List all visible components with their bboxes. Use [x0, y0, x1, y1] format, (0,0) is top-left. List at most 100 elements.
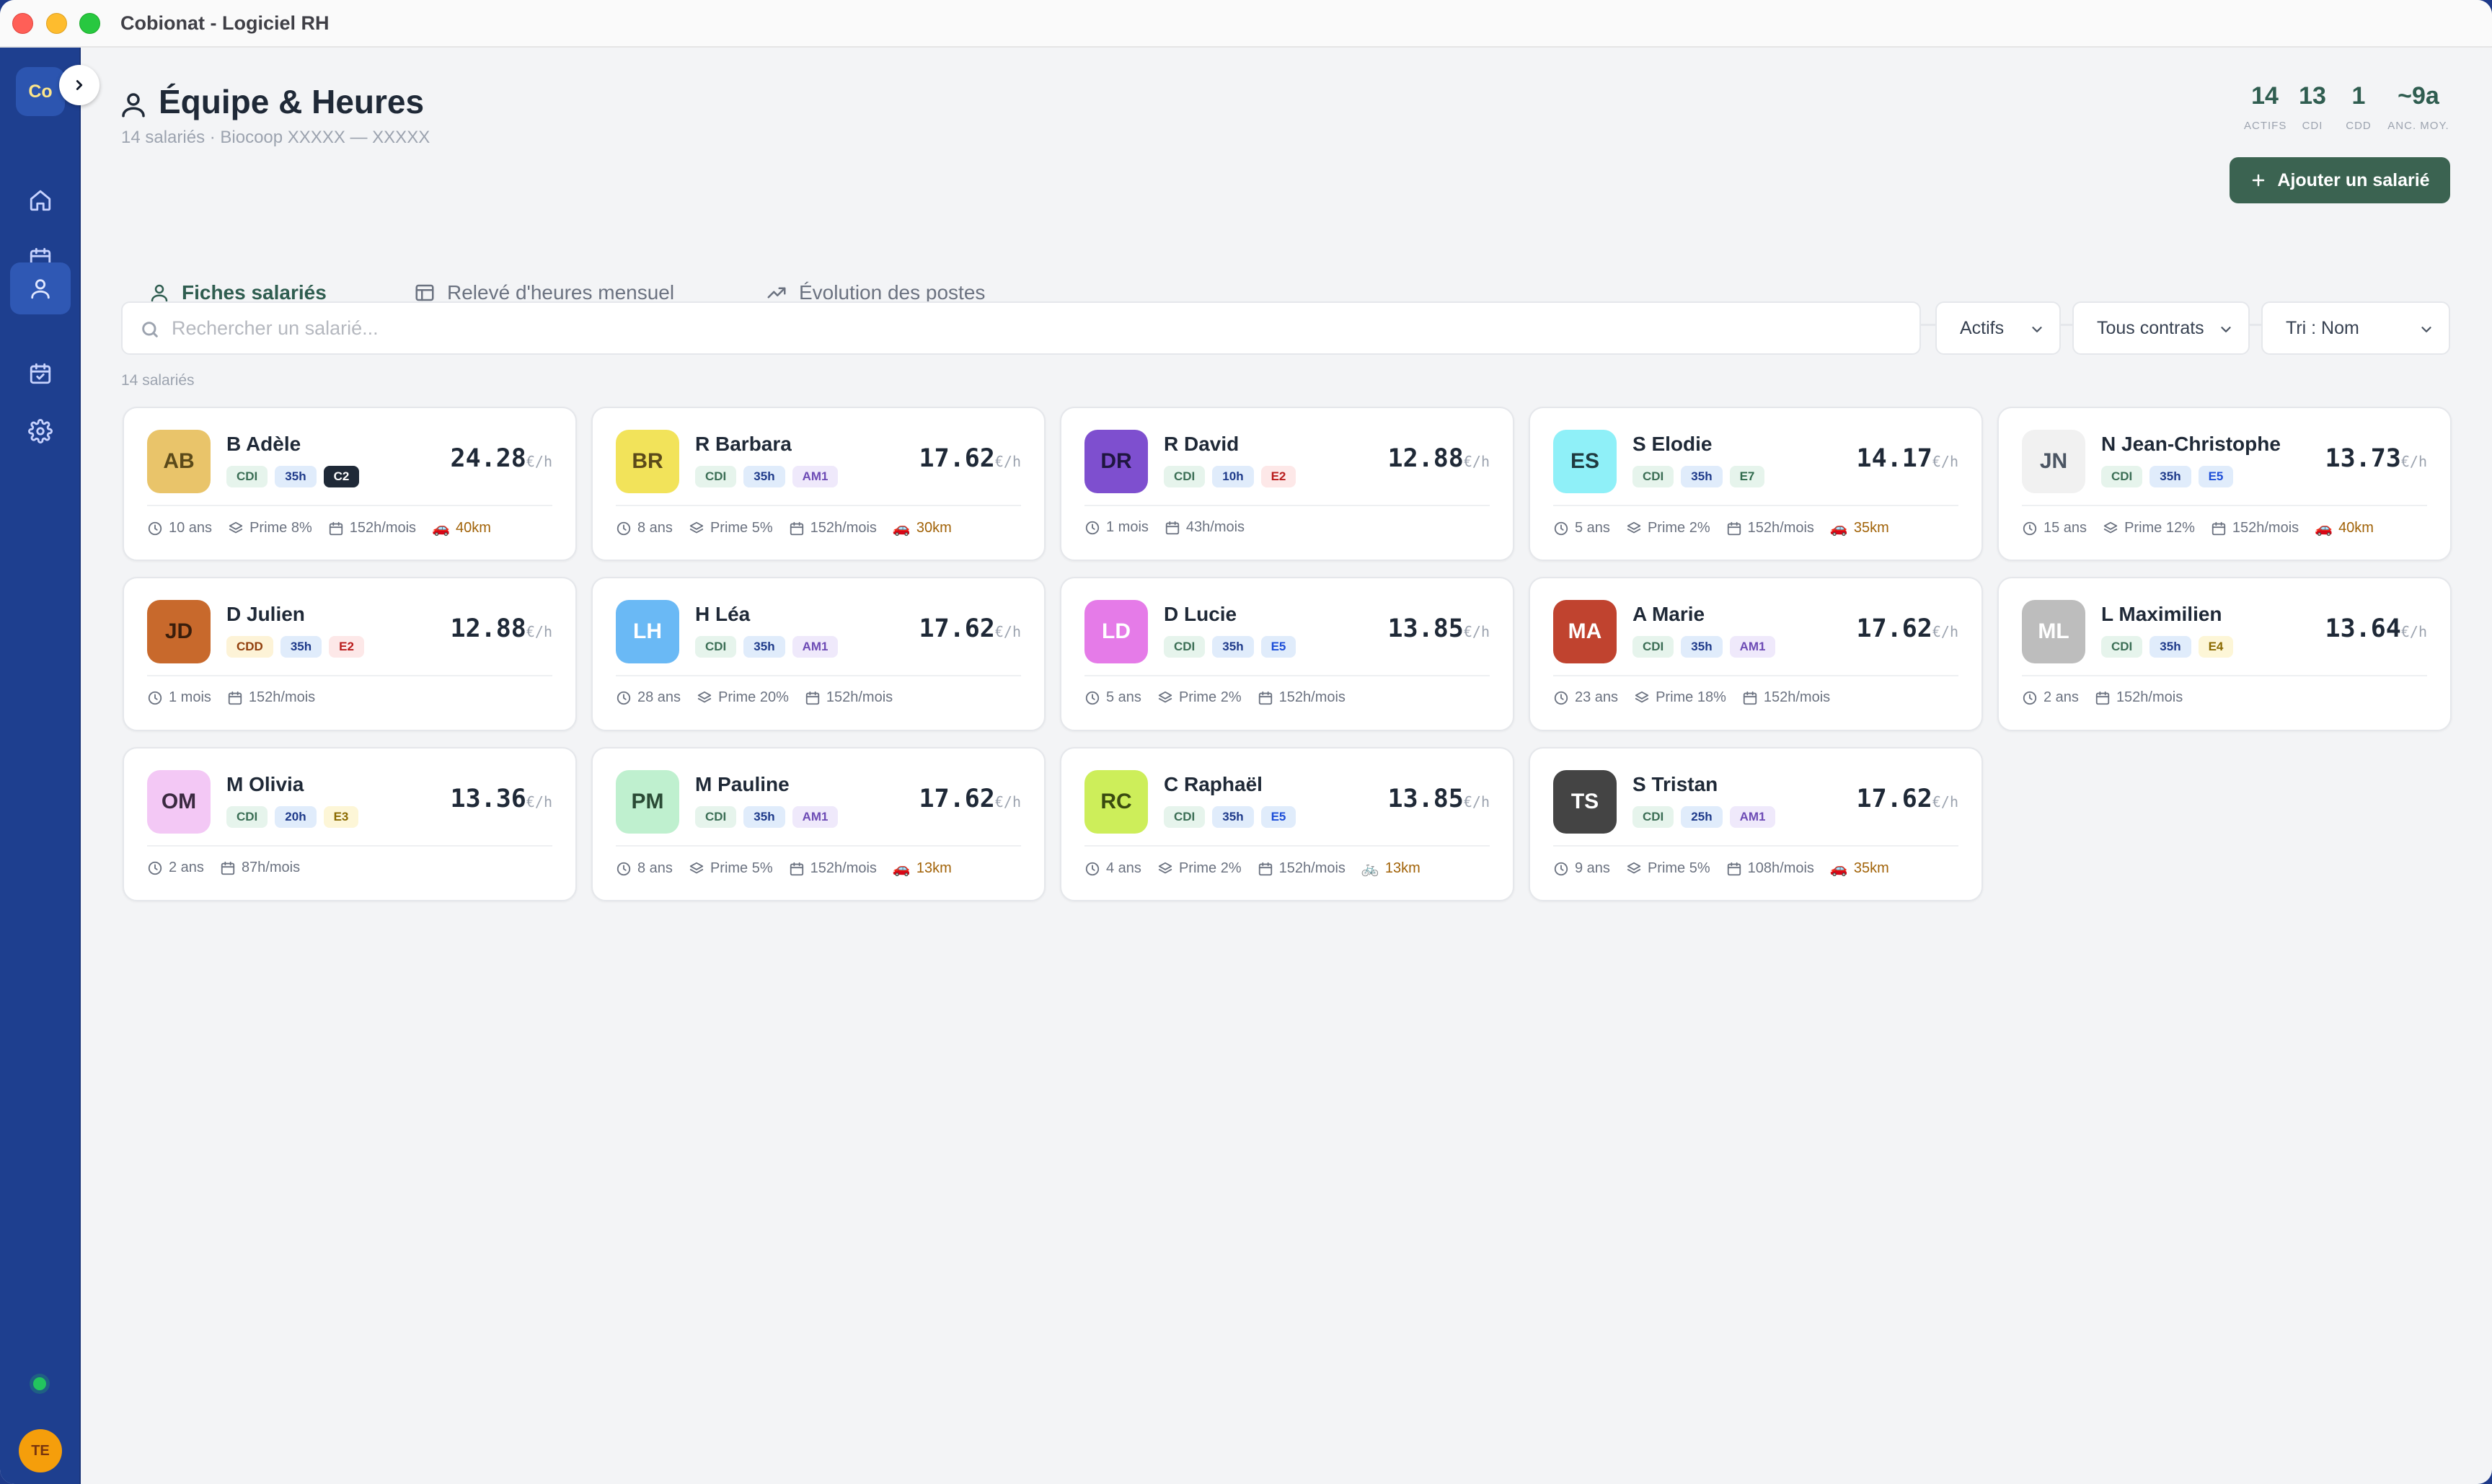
monthly-hours: 152h/mois: [328, 519, 416, 537]
monthly-hours: 152h/mois: [227, 689, 315, 706]
online-status-indicator: [33, 1377, 46, 1390]
seniority-value: 1 mois: [169, 689, 211, 705]
car-icon: 🚗: [892, 861, 911, 877]
sort-select[interactable]: Tri : Nom: [2261, 301, 2450, 355]
hours-badge: 35h: [1681, 636, 1723, 658]
card-divider: [1553, 675, 1958, 676]
seniority: 2 ans: [147, 860, 204, 876]
employee-card[interactable]: RC C Raphaël CDI 35h E5 13.85€/h 4 ans Prime 2%…: [1060, 747, 1514, 901]
badge-group: CDI 35h E5: [1164, 806, 1296, 828]
avatar-initials: JN: [2039, 449, 2068, 473]
employee-card[interactable]: DR R David CDI 10h E2 12.88€/h 1 mois 43h/mois: [1060, 407, 1514, 561]
monthly-hours: 152h/mois: [1742, 689, 1830, 706]
rate-unit: €/h: [526, 453, 552, 470]
status-filter-select[interactable]: Actifs: [1935, 301, 2061, 355]
nav-settings[interactable]: [10, 405, 71, 457]
prime-value: Prime 20%: [718, 689, 789, 705]
user-avatar[interactable]: TE: [19, 1429, 62, 1472]
avatar: ES: [1553, 430, 1617, 493]
avatar: JD: [147, 600, 211, 663]
maximize-window-button[interactable]: [79, 13, 100, 34]
monthly-hours-value: 152h/mois: [2116, 689, 2183, 705]
rate-unit: €/h: [526, 793, 552, 811]
sidebar-toggle-button[interactable]: [59, 65, 100, 105]
calendar-icon: [221, 861, 235, 875]
employee-card[interactable]: LH H Léa CDI 35h AM1 17.62€/h 28 ans Prime 20% 1…: [591, 577, 1046, 731]
layers-icon: [1158, 691, 1172, 702]
commute-distance: 🚗 40km: [2315, 519, 2374, 537]
seniority: 9 ans: [1553, 860, 1610, 878]
employee-card[interactable]: LD D Lucie CDI 35h E5 13.85€/h 5 ans Prime 2% 15…: [1060, 577, 1514, 731]
rate-unit: €/h: [2400, 623, 2427, 640]
avatar-initials: PM: [631, 790, 664, 813]
badge-group: CDI 35h E4: [2101, 636, 2234, 658]
nav-planning[interactable]: [10, 348, 71, 399]
card-meta: 2 ans 87h/mois: [147, 860, 300, 876]
monthly-hours: 87h/mois: [220, 860, 300, 876]
stat-value: ~9a: [2398, 82, 2439, 110]
card-meta: 5 ans Prime 2% 152h/mois 🚗 35km: [1553, 519, 1889, 537]
card-divider: [147, 675, 552, 676]
clock-icon: [1554, 862, 1568, 875]
employee-card[interactable]: JN N Jean-Christophe CDI 35h E5 13.73€/h 15 an…: [1997, 407, 2452, 561]
close-window-button[interactable]: [12, 13, 33, 34]
distance-value: 40km: [455, 520, 491, 536]
employee-card[interactable]: AB B Adèle CDI 35h C2 24.28€/h 10 ans Prime 8% 1…: [123, 407, 577, 561]
calendar-check-icon: [30, 363, 51, 384]
hourly-rate: 12.88€/h: [1388, 444, 1490, 473]
employee-card[interactable]: JD D Julien CDD 35h E2 12.88€/h 1 mois 152h/moi…: [123, 577, 577, 731]
contract-badge: CDI: [226, 806, 268, 828]
hourly-rate: 13.85€/h: [1388, 785, 1490, 813]
contract-badge: CDI: [2101, 636, 2143, 658]
search-input[interactable]: [172, 303, 1902, 353]
nav-team[interactable]: [10, 262, 71, 314]
car-icon: 🚗: [2315, 521, 2333, 536]
employee-card[interactable]: ES S Elodie CDI 35h E7 14.17€/h 5 ans Prime 2% 1…: [1529, 407, 1983, 561]
avatar: ML: [2022, 600, 2085, 663]
employee-card[interactable]: ML L Maximilien CDI 35h E4 13.64€/h 2 ans 152h/…: [1997, 577, 2452, 731]
monthly-hours: 152h/mois: [1258, 860, 1346, 878]
card-meta: 5 ans Prime 2% 152h/mois: [1084, 689, 1346, 706]
avatar-initials: RC: [1100, 790, 1132, 813]
seniority-value: 9 ans: [1575, 860, 1610, 876]
level-badge: AM1: [1729, 636, 1776, 658]
employee-card[interactable]: BR R Barbara CDI 35h AM1 17.62€/h 8 ans Prime 5…: [591, 407, 1046, 561]
employee-card[interactable]: OM M Olivia CDI 20h E3 13.36€/h 2 ans 87h/mois: [123, 747, 577, 901]
layers-icon: [1627, 521, 1641, 533]
hours-badge: 35h: [280, 636, 322, 658]
employee-card[interactable]: MA A Marie CDI 35h AM1 17.62€/h 23 ans Prime 18…: [1529, 577, 1983, 731]
employee-card[interactable]: PM M Pauline CDI 35h AM1 17.62€/h 8 ans Prime 5…: [591, 747, 1046, 901]
employee-card[interactable]: TS S Tristan CDI 25h AM1 17.62€/h 9 ans Prime 5…: [1529, 747, 1983, 901]
badge-group: CDI 35h AM1: [1632, 636, 1776, 658]
layers-icon: [689, 862, 704, 873]
card-divider: [1553, 505, 1958, 506]
layers-icon: [2103, 521, 2118, 533]
seniority-value: 15 ans: [2043, 520, 2087, 536]
title-bar: Cobionat - Logiciel RH: [0, 0, 2492, 48]
monthly-hours-value: 152h/mois: [1747, 520, 1814, 536]
badge-group: CDI 35h E7: [1632, 466, 1765, 487]
nav-home[interactable]: [10, 175, 71, 226]
rate-unit: €/h: [994, 623, 1021, 640]
minimize-window-button[interactable]: [46, 13, 67, 34]
employee-name: D Lucie: [1164, 603, 1237, 625]
monthly-hours-value: 87h/mois: [241, 860, 301, 875]
prime: Prime 2%: [1157, 689, 1242, 706]
hourly-rate: 17.62€/h: [1857, 614, 1958, 643]
status-filter-value: Actifs: [1960, 317, 2005, 338]
hourly-rate: 17.62€/h: [919, 614, 1021, 643]
add-employee-button[interactable]: Ajouter un salarié: [2230, 157, 2450, 203]
employee-name: B Adèle: [226, 433, 301, 455]
level-badge: E3: [323, 806, 359, 828]
avatar: LH: [616, 600, 679, 663]
employee-name: R Barbara: [695, 433, 792, 455]
employee-name: M Olivia: [226, 773, 304, 795]
contract-filter-select[interactable]: Tous contrats: [2072, 301, 2250, 355]
badge-group: CDI 35h C2: [226, 466, 360, 487]
prime-value: Prime 2%: [1178, 860, 1242, 876]
avatar: DR: [1084, 430, 1148, 493]
hours-badge: 35h: [1681, 466, 1723, 487]
level-badge: E2: [1260, 466, 1296, 487]
search-field[interactable]: [121, 301, 1921, 355]
avatar-initials: ES: [1570, 449, 1600, 473]
